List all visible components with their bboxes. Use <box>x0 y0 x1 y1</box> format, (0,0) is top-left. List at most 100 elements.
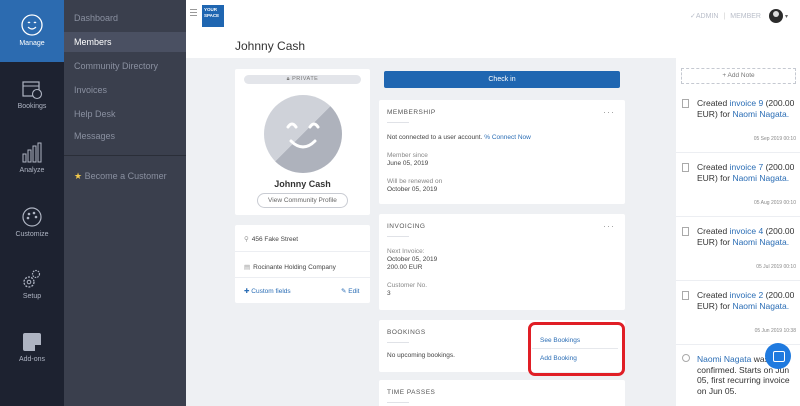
add-note-button[interactable]: + Add Note <box>681 68 796 84</box>
member-avatar <box>264 95 342 173</box>
user-menu: ✓ ADMIN | MEMBER ▾ <box>690 9 788 23</box>
membership-card: MEMBERSHIP ··· Not connected to a user a… <box>379 100 625 204</box>
customer-no-label: Customer No. <box>387 282 428 289</box>
check-in-button[interactable]: Check in <box>384 71 620 88</box>
divider <box>235 251 370 252</box>
divider <box>676 152 800 153</box>
bookings-title: BOOKINGS <box>387 329 426 343</box>
membership-title: MEMBERSHIP <box>387 109 436 123</box>
invoice-link[interactable]: invoice 2 <box>730 290 764 300</box>
rail-customize[interactable]: Customize <box>0 194 64 256</box>
edit-link[interactable]: ✎ Edit <box>341 287 359 295</box>
no-bookings-text: No upcoming bookings. <box>387 352 455 359</box>
member-link[interactable]: Naomi Nagata <box>697 354 751 364</box>
connect-now-link[interactable]: % Connect Now <box>484 134 531 141</box>
rail-label: Setup <box>22 293 42 300</box>
chat-launcher-icon[interactable] <box>765 343 791 369</box>
timeline-date: 05 Aug 2019 00:10 <box>754 200 796 206</box>
puzzle-icon <box>23 333 41 351</box>
smiley-icon <box>682 354 690 362</box>
toggle-separator: | <box>723 12 726 20</box>
admin-toggle[interactable]: ADMIN <box>696 13 719 20</box>
invoice-link[interactable]: invoice 4 <box>730 226 764 236</box>
member-link[interactable]: Naomi Nagata. <box>732 173 789 183</box>
building-icon: ▤ <box>244 264 251 271</box>
page-title: Johnny Cash <box>235 39 306 53</box>
invoice-link[interactable]: invoice 9 <box>730 98 764 108</box>
rail-manage[interactable]: Manage <box>0 0 64 62</box>
rail-label: Manage <box>19 40 45 47</box>
timeline-date: 05 Jul 2019 00:10 <box>756 264 796 270</box>
brand-logo[interactable]: YOUR SPACE <box>202 5 224 27</box>
next-invoice-amount: 200.00 EUR <box>387 264 423 271</box>
document-icon <box>682 99 689 108</box>
member-link[interactable]: Naomi Nagata. <box>732 237 789 247</box>
entry-prefix: Created <box>697 162 728 172</box>
document-icon <box>682 163 689 172</box>
page-header: Johnny Cash <box>186 32 676 58</box>
main-rail: Manage Bookings Analyze Customize Setup … <box>0 0 64 406</box>
invoicing-title: INVOICING <box>387 223 425 237</box>
details-card: ⚲ 456 Fake Street ▤ Rocinante Holding Comp… <box>235 225 370 303</box>
rail-label: Bookings <box>17 103 47 110</box>
document-icon <box>682 291 689 300</box>
menu-toggle-icon[interactable] <box>190 9 197 18</box>
member-since-label: Member since <box>387 152 428 159</box>
subnav-dashboard[interactable]: Dashboard <box>64 8 186 28</box>
renewal-date: October 05, 2019 <box>387 186 438 193</box>
invoice-link[interactable]: invoice 7 <box>730 162 764 172</box>
rail-label: Analyze <box>19 167 45 174</box>
rail-addons[interactable]: Add-ons <box>0 322 64 384</box>
custom-fields-label: Custom fields <box>251 288 291 295</box>
customer-no-value: 3 <box>387 290 391 297</box>
more-options-icon[interactable]: ··· <box>603 107 615 117</box>
rail-bookings[interactable]: Bookings <box>0 66 64 128</box>
member-link[interactable]: Naomi Nagata. <box>732 301 789 311</box>
rail-label: Add-ons <box>18 356 46 363</box>
smiley-icon <box>21 14 43 36</box>
link-icon: % <box>484 134 490 141</box>
divider <box>676 216 800 217</box>
member-link[interactable]: Naomi Nagata. <box>732 109 789 119</box>
timeline-date: 05 Sep 2019 00:10 <box>753 136 796 142</box>
rail-analyze[interactable]: Analyze <box>0 130 64 192</box>
become-customer-label: Become a Customer <box>84 171 167 181</box>
plus-icon: ✚ <box>244 288 250 295</box>
location-pin-icon: ⚲ <box>244 236 249 243</box>
palette-icon <box>22 207 42 227</box>
become-customer-link[interactable]: ★ Become a Customer <box>64 166 186 186</box>
calendar-icon <box>22 81 43 100</box>
member-name: Johnny Cash <box>274 179 331 189</box>
lock-icon: 🔒︎ <box>286 76 291 82</box>
member-toggle[interactable]: MEMBER <box>730 13 761 20</box>
sub-navigation: Dashboard Members Community Directory In… <box>64 0 186 406</box>
renewal-label: Will be renewed on <box>387 178 443 185</box>
subnav-members[interactable]: Members <box>64 32 186 52</box>
rail-label: Customize <box>15 231 49 238</box>
timeline-text: Created invoice 4 (200.00 EUR) for Naomi… <box>697 226 800 247</box>
chevron-down-icon[interactable]: ▾ <box>785 13 788 20</box>
entry-prefix: Created <box>697 98 728 108</box>
privacy-badge[interactable]: 🔒︎ PRIVATE <box>244 75 361 84</box>
not-connected-text: Not connected to a user account. <box>387 134 483 141</box>
pencil-icon: ✎ <box>341 288 347 295</box>
user-avatar[interactable] <box>768 9 783 23</box>
subnav-invoices[interactable]: Invoices <box>64 80 186 100</box>
top-bar: YOUR SPACE ✓ ADMIN | MEMBER ▾ <box>186 0 800 32</box>
star-icon: ★ <box>74 171 83 181</box>
more-options-icon[interactable]: ··· <box>603 221 615 231</box>
avatar-face-icon <box>286 122 320 149</box>
entry-prefix: Created <box>697 226 728 236</box>
divider <box>676 280 800 281</box>
timeline-text: Created invoice 2 (200.00 EUR) for Naomi… <box>697 290 800 311</box>
entry-prefix: Created <box>697 290 728 300</box>
timeline-date: 05 Jun 2019 10:38 <box>754 328 796 334</box>
subnav-help-desk[interactable]: Help Desk <box>64 104 186 124</box>
subnav-community-directory[interactable]: Community Directory <box>64 56 186 76</box>
custom-fields-link[interactable]: ✚ Custom fields <box>244 287 291 295</box>
edit-label: Edit <box>348 288 360 295</box>
subnav-messages[interactable]: Messages <box>64 126 186 146</box>
rail-setup[interactable]: Setup <box>0 258 64 320</box>
bar-chart-icon <box>22 142 42 163</box>
view-community-profile-button[interactable]: View Community Profile <box>257 193 348 208</box>
